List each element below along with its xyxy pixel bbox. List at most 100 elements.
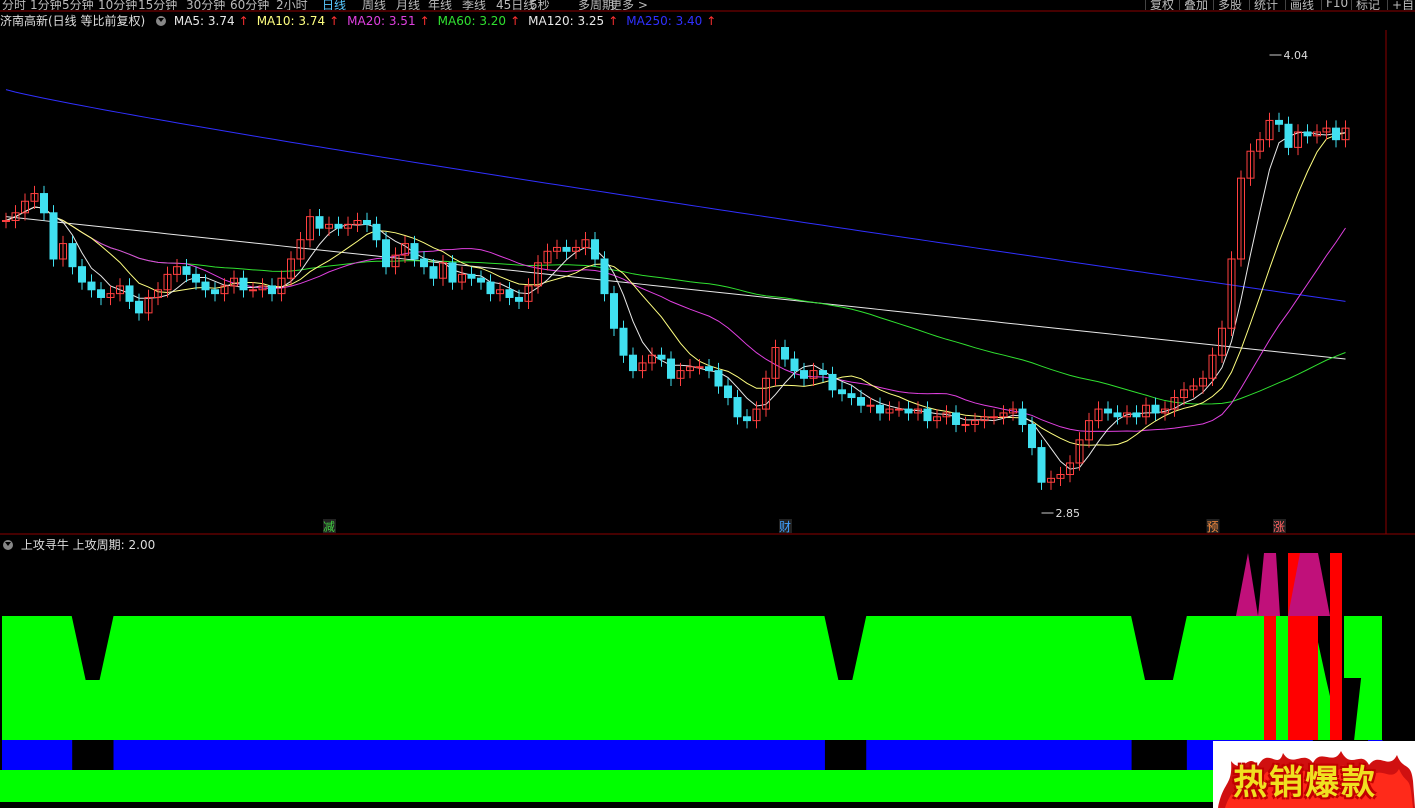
blue-band-segment [573,740,588,770]
blue-band-segment [211,740,226,770]
blue-band-segment [420,740,435,770]
candle-body [667,358,675,379]
blue-band-segment [991,740,1007,770]
candle-body [334,223,343,229]
blue-band-segment [587,740,602,770]
blue-band-segment [434,740,449,770]
candle-body [78,266,86,283]
candle-body [515,296,523,302]
candle-body [610,293,618,329]
candle-body [819,370,827,375]
candle-body [866,404,875,407]
indicator-settings-icon[interactable] [3,539,13,550]
blue-band-segment [350,740,365,770]
blue-band-segment [183,740,198,770]
candle-body [591,239,599,260]
candle-body [600,258,609,295]
blue-band-segment [475,740,491,770]
indicator-header: 上攻寻牛 上攻周期: 2.00 [0,536,155,552]
indicator-title: 上攻寻牛 [20,538,69,552]
candle-body [904,408,913,414]
candle-body [1303,131,1312,137]
blue-band-segment [866,740,881,770]
candle-body [448,262,457,283]
blue-band-segment [141,740,156,770]
candle-body [923,408,932,422]
candle-body [268,285,276,295]
blue-band-segment [615,740,630,770]
blue-band-segment [1061,740,1076,770]
candle-body [657,354,666,360]
candle-body [315,216,324,229]
candle-body [239,277,248,291]
blue-band-segment [169,740,184,770]
candle-body [486,281,495,295]
ma5-line [5,131,1346,470]
candle-body [714,370,723,387]
blue-band-segment [1117,740,1132,770]
blue-band-segment [406,740,421,770]
blue-band-segment [225,740,240,770]
candle-body [2,219,10,222]
high-label: 4.04 [1284,49,1309,62]
candle-body [724,385,732,399]
event-marker-3: 涨 [1273,519,1285,534]
candle-body [1113,412,1122,418]
blue-band-segment [503,740,519,770]
candle-body [800,370,808,379]
blue-band-segment [238,740,254,770]
blue-band-segment [517,740,533,770]
promo-badge: 热销爆款 [1213,741,1415,808]
blue-band-segment [294,740,310,770]
blue-band-segment [336,740,351,770]
blue-band-segment [29,740,45,770]
blue-band-segment [712,740,728,770]
candle-body [372,223,381,241]
blue-band-segment [698,740,714,770]
blue-band-segment [754,740,770,770]
candle-body [1275,119,1283,125]
blue-band-segment [280,740,296,770]
candle-body [40,193,48,214]
blue-band-segment [462,740,477,770]
magenta-signal-peak-1 [1236,553,1258,616]
blue-band-segment [559,740,575,770]
blue-band-segment [489,740,505,770]
blue-band-segment [113,740,128,770]
candle-body [1018,408,1027,425]
ma20-line [5,206,1346,432]
blue-band-segment [545,740,561,770]
blue-band-segment [1005,740,1021,770]
blue-band-segment [378,740,393,770]
blue-band-segment [1075,740,1090,770]
green-upper-band [2,616,1382,740]
candle-body [1132,412,1141,418]
blue-band-segment [531,740,547,770]
candle-body [125,285,134,302]
indicator-param: 上攻周期: 2.00 [72,538,156,552]
candle-body [790,358,799,372]
blue-band-segment [796,740,811,770]
blue-band-segment [266,740,282,770]
low-label: 2.85 [1056,507,1081,520]
red-signal-bar-2 [1330,553,1342,740]
blue-band-segment [935,740,951,770]
candle-body [211,289,219,295]
blue-band-segment [322,740,338,770]
blue-band-segment [810,740,825,770]
ma250-line [5,89,1346,302]
blue-band-segment [963,740,979,770]
blue-band-segment [922,740,937,770]
blue-band-segment [685,740,700,770]
blue-band-segment [392,740,407,770]
candle-body [363,219,371,225]
blue-band-segment [308,740,324,770]
candle-body [961,423,970,426]
candle-body [1151,404,1160,414]
candle-body [629,354,637,372]
candle-body [467,273,476,279]
candle-body [828,373,837,391]
blue-band-segment [448,740,463,770]
blue-band-segment [894,740,909,770]
blue-band-segment [252,740,268,770]
